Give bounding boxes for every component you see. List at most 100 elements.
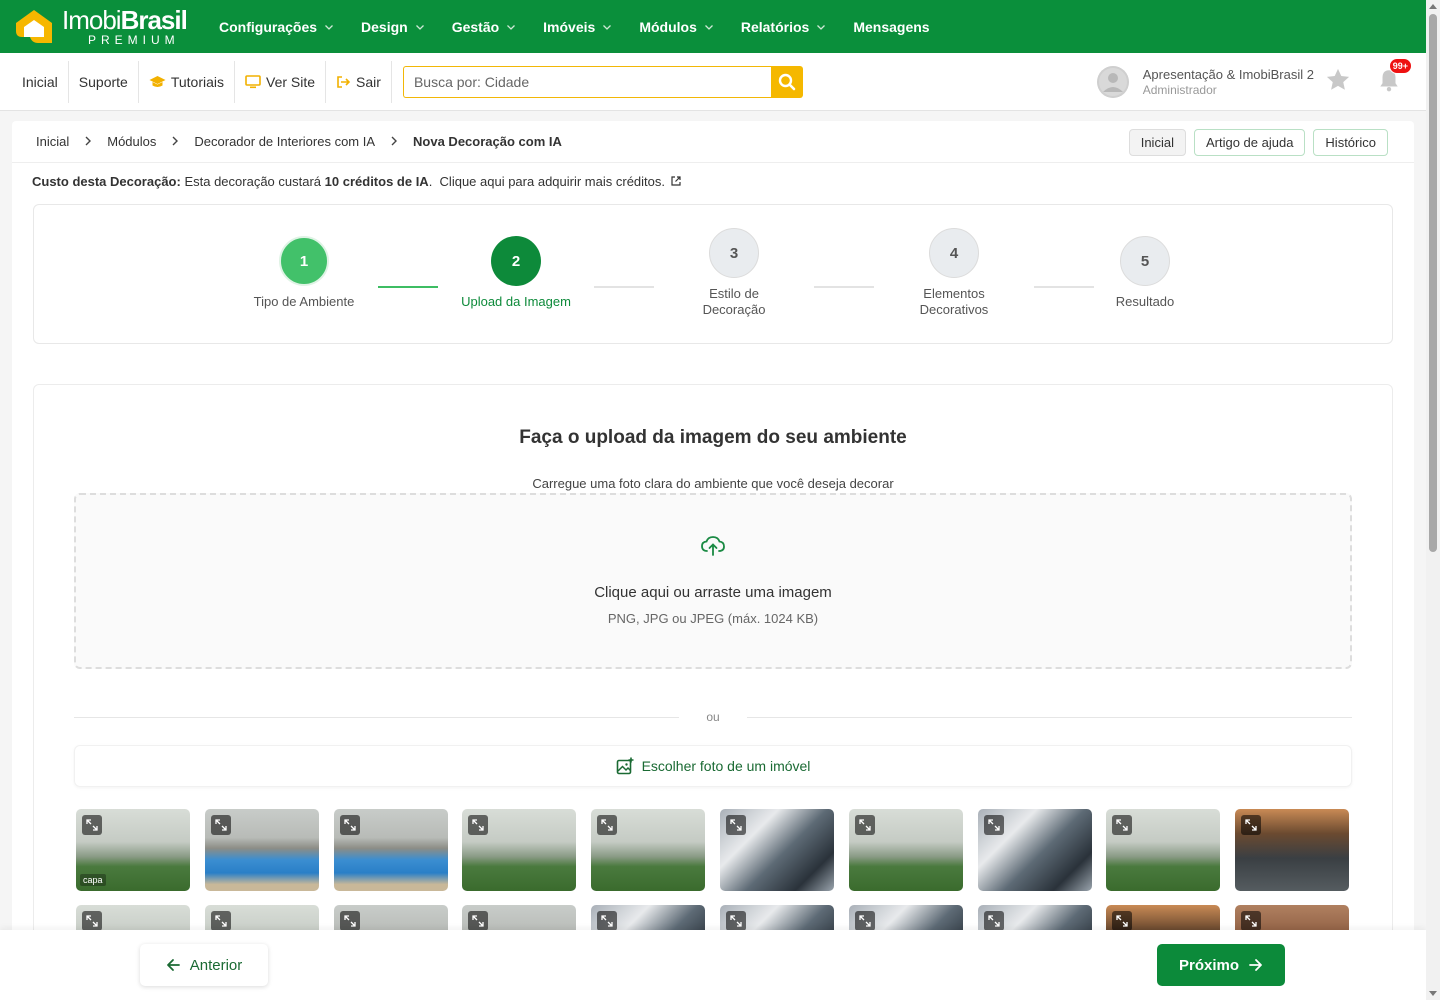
external-link-icon[interactable] bbox=[671, 174, 681, 189]
expand-icon[interactable] bbox=[597, 815, 618, 835]
nav-item-2[interactable]: Gestão bbox=[452, 19, 516, 35]
subnav-ver-site[interactable]: Ver Site bbox=[235, 60, 327, 103]
step-label: Resultado bbox=[1115, 294, 1175, 309]
notifications-bell-icon[interactable]: 99+ bbox=[1376, 57, 1412, 98]
subnav-suporte-label: Suporte bbox=[78, 73, 128, 90]
breadcrumb-item[interactable]: Inicial bbox=[36, 134, 69, 149]
upload-subtitle: Carregue uma foto clara do ambiente que … bbox=[532, 476, 894, 491]
property-photo-thumbnail[interactable] bbox=[462, 809, 577, 891]
brand-logo[interactable]: ImobiBrasil PREMIUM bbox=[12, 7, 202, 47]
expand-icon[interactable] bbox=[726, 911, 746, 931]
expand-icon[interactable] bbox=[854, 911, 875, 931]
breadcrumb-item[interactable]: Módulos bbox=[107, 134, 156, 149]
breadcrumb-chevron-icon bbox=[390, 134, 398, 149]
property-photo-thumbnail[interactable] bbox=[1106, 809, 1221, 891]
property-photo-thumbnail[interactable] bbox=[204, 809, 319, 891]
property-photo-thumbnail[interactable] bbox=[848, 809, 963, 891]
subnav-sair[interactable]: Sair bbox=[326, 60, 392, 103]
subnav-sair-label: Sair bbox=[356, 73, 381, 90]
expand-icon[interactable] bbox=[726, 815, 746, 835]
subnav-inicial[interactable]: Inicial bbox=[0, 60, 69, 103]
step-connector bbox=[378, 286, 438, 288]
property-photo-thumbnail[interactable]: capa bbox=[76, 809, 190, 891]
avatar[interactable] bbox=[1096, 66, 1129, 98]
breadcrumb-current: Nova Decoração com IA bbox=[413, 134, 562, 149]
chevron-down-icon bbox=[415, 24, 424, 30]
dropzone-main-text: Clique aqui ou arraste uma imagem bbox=[594, 584, 832, 601]
expand-icon[interactable] bbox=[468, 911, 489, 931]
logout-icon bbox=[336, 75, 351, 89]
expand-icon[interactable] bbox=[1112, 911, 1133, 931]
choose-property-photo-button[interactable]: Escolher foto de um imóvel bbox=[74, 745, 1352, 787]
step-3: 3 Estilo de Decoração bbox=[664, 228, 804, 318]
expand-icon[interactable] bbox=[339, 911, 360, 931]
nav-item-0[interactable]: Configurações bbox=[219, 19, 334, 35]
logo-house-icon bbox=[12, 7, 56, 47]
expand-icon[interactable] bbox=[854, 815, 875, 835]
expand-icon[interactable] bbox=[339, 815, 360, 835]
nav-item-4[interactable]: Módulos bbox=[639, 19, 714, 35]
property-photo-thumbnail[interactable] bbox=[1235, 809, 1350, 891]
nav-item-6[interactable]: Mensagens bbox=[853, 19, 929, 35]
nav-item-3[interactable]: Imóveis bbox=[543, 19, 612, 35]
main-content: Inicial Módulos Decorador de Interiores co… bbox=[12, 121, 1414, 1000]
expand-icon[interactable] bbox=[1241, 815, 1262, 835]
monitor-icon bbox=[245, 74, 261, 89]
property-photo-thumbnail[interactable] bbox=[333, 809, 448, 891]
subnav-suporte[interactable]: Suporte bbox=[69, 60, 139, 103]
search-button[interactable] bbox=[770, 65, 803, 98]
image-plus-icon bbox=[616, 757, 634, 775]
subnav-ver-site-label: Ver Site bbox=[266, 73, 316, 90]
expand-icon[interactable] bbox=[597, 911, 618, 931]
breadcrumb-item[interactable]: Decorador de Interiores com IA bbox=[194, 134, 375, 149]
step-connector bbox=[594, 286, 654, 288]
expand-icon[interactable] bbox=[983, 815, 1004, 835]
nav-item-5[interactable]: Relatórios bbox=[741, 19, 826, 35]
history-button[interactable]: Histórico bbox=[1313, 129, 1388, 156]
subnav-tutoriais-label: Tutoriais bbox=[170, 73, 225, 90]
expand-icon[interactable] bbox=[468, 815, 489, 835]
step-label: Elementos Decorativos bbox=[919, 286, 989, 317]
help-article-button[interactable]: Artigo de ajuda bbox=[1193, 129, 1306, 156]
or-divider: ou bbox=[74, 707, 1352, 727]
scrollbar-thumb[interactable] bbox=[1429, 14, 1437, 552]
property-photo-thumbnail[interactable] bbox=[977, 809, 1092, 891]
nav-item-1[interactable]: Design bbox=[361, 19, 425, 35]
cost-notice: Custo desta Decoração: Esta decoração cu… bbox=[32, 174, 681, 189]
user-info[interactable]: Apresentação & ImobiBrasil 2 Administrad… bbox=[1143, 67, 1314, 97]
expand-icon[interactable] bbox=[1112, 815, 1133, 835]
dropzone-hint: PNG, JPG ou JPEG (máx. 1024 KB) bbox=[607, 611, 819, 626]
chevron-down-icon bbox=[817, 24, 826, 30]
nav-item-label: Relatórios bbox=[740, 18, 810, 35]
step-1[interactable]: 1 Tipo de Ambiente bbox=[234, 236, 374, 309]
expand-icon[interactable] bbox=[82, 815, 102, 835]
nav-item-label: Mensagens bbox=[853, 18, 930, 35]
secondary-toolbar: Inicial Suporte Tutoriais Ver Site Sair … bbox=[0, 53, 1426, 111]
wizard-stepper: 1 Tipo de Ambiente 2 Upload da Imagem 3 Estil… bbox=[33, 204, 1393, 344]
property-photo-thumbnail[interactable] bbox=[591, 809, 706, 891]
graduation-cap-icon bbox=[149, 75, 166, 89]
subnav-tutoriais[interactable]: Tutoriais bbox=[139, 60, 236, 103]
image-dropzone[interactable]: Clique aqui ou arraste uma imagem PNG, J… bbox=[74, 493, 1352, 669]
chevron-down-icon bbox=[507, 24, 516, 30]
property-photo-thumbnail[interactable] bbox=[720, 809, 834, 891]
previous-button[interactable]: Anterior bbox=[140, 944, 268, 986]
expand-icon[interactable] bbox=[82, 911, 102, 931]
expand-icon[interactable] bbox=[210, 911, 231, 931]
wizard-actions-bar: Anterior Próximo bbox=[0, 930, 1426, 1000]
next-button[interactable]: Próximo bbox=[1157, 944, 1285, 986]
step-label: Estilo de Decoração bbox=[702, 286, 766, 317]
step-5: 5 Resultado bbox=[1075, 236, 1215, 309]
expand-icon[interactable] bbox=[210, 815, 231, 835]
favorites-star-icon[interactable] bbox=[1324, 66, 1352, 99]
page-scrollbar[interactable] bbox=[1426, 0, 1440, 1000]
expand-icon[interactable] bbox=[1241, 911, 1262, 931]
buy-credits-link[interactable]: Clique aqui para adquirir mais créditos. bbox=[440, 174, 665, 189]
expand-icon[interactable] bbox=[983, 911, 1004, 931]
choose-property-photo-label: Escolher foto de um imóvel bbox=[641, 758, 811, 774]
nav-item-label: Gestão bbox=[451, 18, 500, 35]
search-bar bbox=[402, 65, 803, 98]
main-nav: Configurações Design Gestão Imóveis Módulos R… bbox=[219, 19, 957, 35]
header-inicial-button[interactable]: Inicial bbox=[1128, 129, 1186, 156]
search-input[interactable] bbox=[402, 65, 771, 98]
